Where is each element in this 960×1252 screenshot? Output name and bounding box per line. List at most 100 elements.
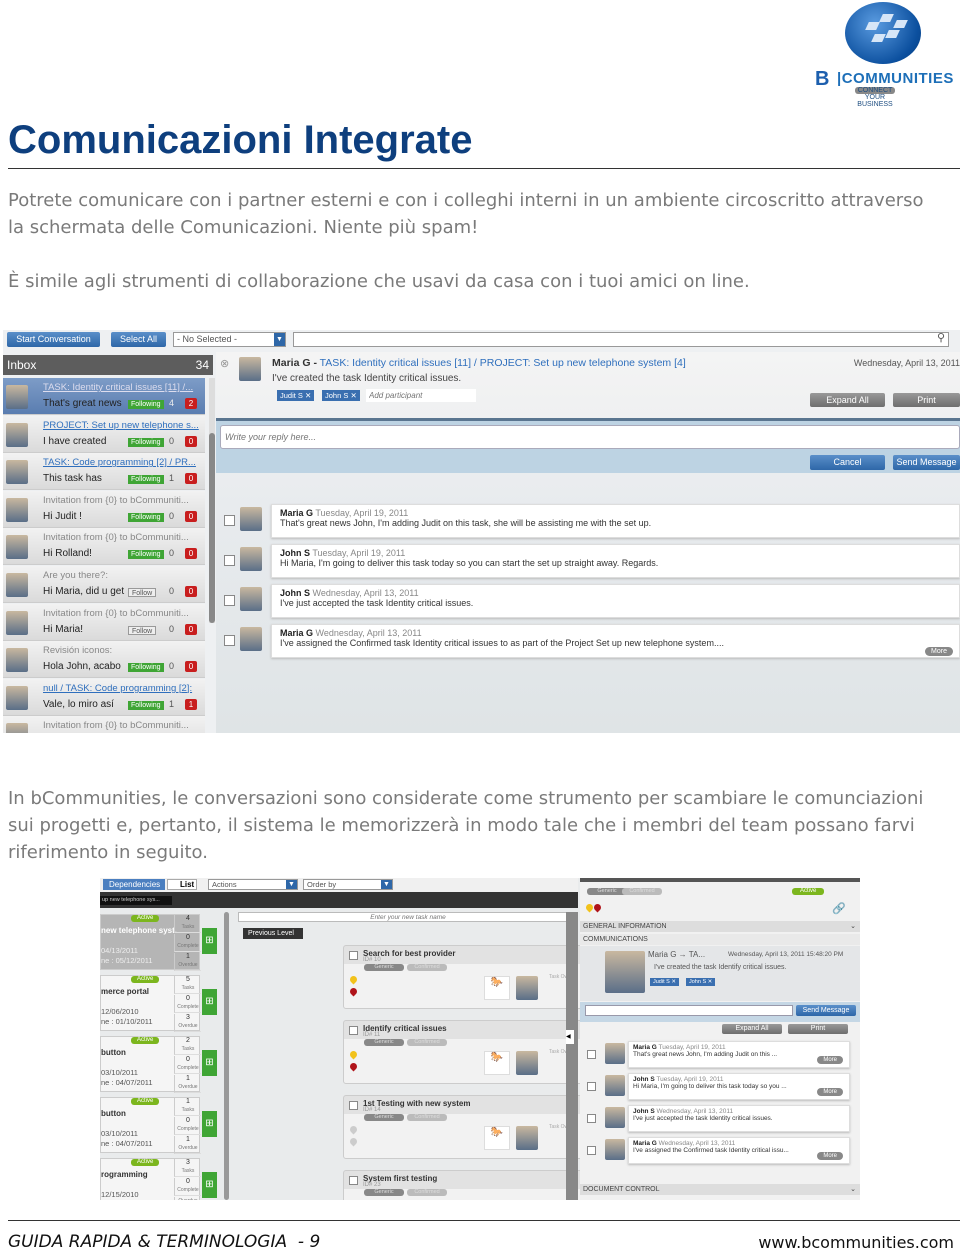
follow-toggle[interactable]: Following [128,663,164,673]
message-checkbox[interactable] [587,1146,596,1155]
message-checkbox[interactable] [224,555,235,566]
cancel-button[interactable]: Cancel [810,455,885,470]
add-participant-input[interactable] [366,389,476,402]
more-button[interactable]: More [817,1152,843,1160]
message-checkbox[interactable] [224,515,235,526]
print-button[interactable]: Print [893,393,960,407]
participant-chip[interactable]: John S ✕ [686,978,716,986]
add-subproject-icon[interactable]: ⊞ [202,1111,217,1137]
more-button[interactable]: More [817,1088,843,1096]
task-checkbox[interactable] [349,1026,358,1035]
project-card[interactable]: Active button 03/10/2011 ne : 04/07/2011… [100,1097,201,1154]
print-button[interactable]: Print [788,1024,848,1034]
message-checkbox[interactable] [587,1082,596,1091]
follow-toggle[interactable]: Following [128,512,164,522]
start-conversation-button[interactable]: Start Conversation [7,332,100,347]
message-checkbox[interactable] [587,1050,596,1059]
follow-toggle[interactable]: Follow [128,588,157,597]
inbox-item-subject[interactable]: TASK: Identity critical issues [11] /... [43,382,201,393]
select-all-button[interactable]: Select All [111,332,166,347]
message-checkbox[interactable] [587,1114,596,1123]
inbox-item-preview: I have created [43,435,107,447]
inbox-item[interactable]: TASK: Identity critical issues [11] /...… [3,378,205,415]
message-item[interactable]: Maria G Tuesday, April 19, 2011 That's g… [271,504,960,538]
message-item[interactable]: Maria G Tuesday, April 19, 2011 That's g… [628,1041,850,1068]
follow-toggle[interactable]: Follow [128,625,157,635]
follow-toggle[interactable]: Following [128,475,164,485]
general-information-section[interactable]: GENERAL INFORMATION ⌄ [580,921,860,932]
expand-all-button[interactable]: Expand All [722,1024,782,1034]
company-logo: 🐎 [484,1051,510,1075]
message-item[interactable]: Maria G Wednesday, April 13, 2011 I've a… [271,624,960,658]
message-item[interactable]: Maria G Wednesday, April 13, 2011 I've a… [628,1137,850,1164]
inbox-item[interactable]: TASK: Code programming [2] / PR... This … [3,453,205,491]
project-stat: 1 Overdue [174,1136,201,1154]
follow-toggle[interactable]: Following [128,700,164,710]
inbox-item[interactable]: Revisión iconos: Hola John, acabo Follow… [3,641,205,679]
link-icon[interactable]: 🔗 [832,902,846,915]
expand-all-button[interactable]: Expand All [810,393,885,407]
avatar [605,1107,625,1128]
inbox-item[interactable]: Invitation from {0} to bCommuniti... [3,716,205,733]
document-control-section[interactable]: DOCUMENT CONTROL ⌄ [580,1184,860,1195]
participant-chip[interactable]: John S ✕ [322,390,360,401]
project-card[interactable]: Active new telephone syst. 04/13/2011 ne… [100,914,201,971]
avatar [240,507,262,531]
inbox-item[interactable]: PROJECT: Set up new telephone s... I hav… [3,415,205,453]
add-subproject-icon[interactable]: ⊞ [202,989,217,1015]
message-item[interactable]: John S Wednesday, April 13, 2011 I've ju… [628,1105,850,1132]
more-button[interactable]: More [925,647,953,656]
task-checkbox[interactable] [349,1176,358,1185]
new-task-input[interactable] [238,912,578,922]
add-subproject-icon[interactable]: ⊞ [202,1172,217,1198]
communications-section[interactable]: COMMUNICATIONS [580,934,860,945]
send-message-button[interactable]: Send Message [796,1005,856,1016]
inbox-item-subject[interactable]: TASK: Code programming [2] / PR... [43,457,201,468]
inbox-item-subject[interactable]: null / TASK: Code programming [2]: [43,683,201,694]
participant-chip[interactable]: Judit S ✕ [277,390,315,401]
thread-subject-link[interactable]: TASK: Identity critical issues [11] / PR… [320,357,686,369]
close-icon[interactable]: ⊗ [220,357,229,370]
message-item[interactable]: John S Wednesday, April 13, 2011 I've ju… [271,584,960,618]
search-input[interactable]: ⚲ [293,332,949,347]
filter-select[interactable]: - No Selected - ▼ [173,332,286,347]
more-button[interactable]: More [817,1056,843,1064]
inbox-item[interactable]: null / TASK: Code programming [2]: Vale,… [3,678,205,716]
inbox-scrollbar[interactable] [209,378,215,623]
follow-toggle[interactable]: Following [128,550,164,560]
follow-toggle[interactable]: Following [128,400,164,409]
task-checkbox[interactable] [349,951,358,960]
inbox-item-subject[interactable]: PROJECT: Set up new telephone s... [43,420,201,431]
reply-input[interactable] [220,425,960,449]
list-tab[interactable]: List [167,879,197,890]
add-subproject-icon[interactable]: ⊞ [202,928,217,954]
participant-chip[interactable]: Judit S ✕ [650,978,679,986]
actions-select[interactable]: Actions ▼ [208,879,298,890]
send-message-button[interactable]: Send Message [893,455,960,470]
message-item[interactable]: John S Tuesday, April 19, 2011 Hi Maria,… [628,1073,850,1100]
avatar [6,535,28,560]
inbox-item[interactable]: Invitation from {0} to bCommuniti... Hi … [3,528,205,566]
dependencies-tab[interactable]: Dependencies [103,879,165,890]
task-checkbox[interactable] [349,1101,358,1110]
inbox-item[interactable]: Invitation from {0} to bCommuniti... Hi … [3,490,205,528]
footer-website-link[interactable]: www.bcommunities.com [758,1233,954,1252]
message-checkbox[interactable] [224,635,235,646]
order-by-select[interactable]: Order by ▼ [303,879,393,890]
project-card[interactable]: Active button 03/10/2011 ne : 04/07/2011… [100,1036,201,1093]
project-card[interactable]: Active merce portal 12/06/2010 ne : 01/1… [100,975,201,1032]
company-logo: 🐎 [484,1126,510,1150]
add-subproject-icon[interactable]: ⊞ [202,1050,217,1076]
reply-input[interactable] [585,1005,793,1016]
message-checkbox[interactable] [224,595,235,606]
inbox-item[interactable]: Invitation from {0} to bCommuniti... Hi … [3,603,205,641]
project-card[interactable]: Active rogramming 12/15/2010 3 Tasks 0 Comp… [100,1158,201,1200]
inbox-item-subject: Invitation from {0} to bCommuniti... [43,607,189,619]
inbox-item[interactable]: Are you there?: Hi Maria, did u get Foll… [3,566,205,603]
message-item[interactable]: John S Tuesday, April 19, 2011 Hi Maria,… [271,544,960,578]
projects-scrollbar[interactable] [224,912,229,1200]
breadcrumb[interactable]: up new telephone sys... [100,896,172,905]
follow-toggle[interactable]: Following [128,437,164,447]
previous-level-button[interactable]: Previous Level [243,928,303,939]
collapse-arrow-icon[interactable]: ◀ [566,1030,574,1044]
